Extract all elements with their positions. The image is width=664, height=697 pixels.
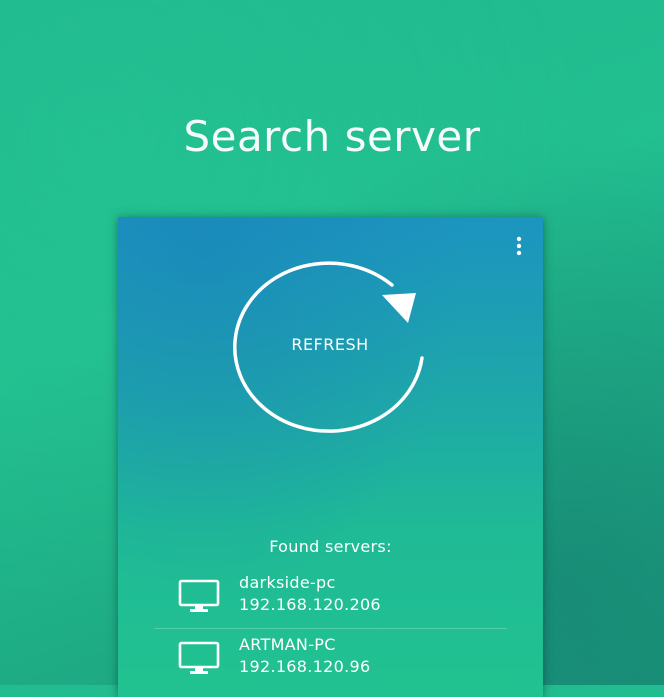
- page-title: Search server: [183, 112, 481, 161]
- more-vertical-icon: [516, 236, 522, 256]
- monitor-icon: [178, 579, 220, 612]
- server-search-card: REFRESH Found servers: darkside-pc 192.1…: [118, 217, 543, 697]
- server-item-artman-pc[interactable]: ARTMAN-PC 192.168.120.96: [154, 628, 507, 690]
- server-list: darkside-pc 192.168.120.206 ARTMAN-PC 19…: [118, 567, 543, 690]
- refresh-label: REFRESH: [291, 335, 369, 354]
- server-item-darkside-pc[interactable]: darkside-pc 192.168.120.206: [118, 567, 543, 628]
- server-name: ARTMAN-PC: [239, 635, 336, 654]
- monitor-icon: [178, 641, 220, 674]
- found-servers-heading: Found servers:: [269, 537, 392, 556]
- overflow-menu-button[interactable]: [513, 235, 525, 257]
- server-ip: 192.168.120.206: [239, 595, 381, 614]
- server-ip: 192.168.120.96: [239, 657, 371, 676]
- refresh-button[interactable]: REFRESH: [232, 255, 432, 435]
- server-name: darkside-pc: [239, 573, 336, 592]
